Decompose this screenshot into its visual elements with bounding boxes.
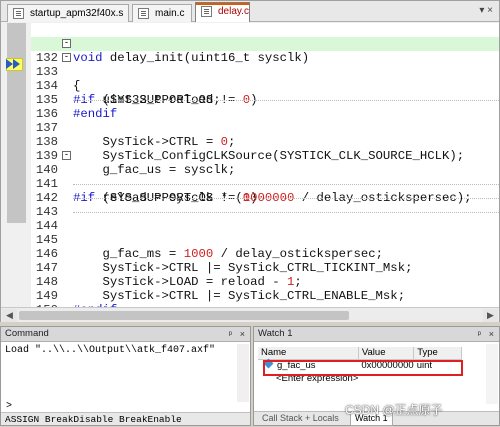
- whitespace-guide: [73, 184, 499, 185]
- coverage-marker: [7, 23, 26, 223]
- code-line: 140 - #if (SYS_SUPPORT_OS != 0): [31, 149, 499, 206]
- code-line: 150 }: [31, 289, 499, 321]
- execution-arrow-icon: [6, 59, 26, 70]
- watermark: CSDN @正点原子: [345, 403, 443, 417]
- code-line: 139 g_fac_us = sysclk;: [31, 135, 499, 177]
- command-input[interactable]: >: [2, 401, 238, 412]
- tab-startup-apm32f40x-s[interactable]: startup_apm32f40x.s: [7, 4, 129, 22]
- column-header-type[interactable]: Type: [413, 347, 462, 360]
- file-icon: [13, 8, 24, 19]
- fold-toggle-icon[interactable]: -: [62, 151, 71, 160]
- code-line: 131 void delay_init(uint16_t sysclk): [31, 23, 499, 65]
- code-line: 143: [31, 191, 499, 219]
- breakpoint-gutter[interactable]: [1, 23, 31, 321]
- scrollbar-thumb[interactable]: [19, 311, 349, 320]
- close-icon[interactable]: ×: [240, 327, 245, 341]
- close-icon[interactable]: ×: [489, 327, 494, 341]
- tab-label: main.c: [155, 8, 185, 19]
- code-line: 146 SysTick->CTRL |= SysTick_CTRL_TICKIN…: [31, 233, 499, 275]
- fold-toggle-icon[interactable]: -: [62, 53, 71, 62]
- code-area[interactable]: 131 void delay_init(uint16_t sysclk) 132…: [31, 23, 499, 321]
- file-icon: [201, 6, 212, 17]
- pin-icon[interactable]: ᵖ: [229, 327, 232, 341]
- tab-delay-c[interactable]: delay.c: [195, 2, 250, 22]
- tab-call-stack-locals[interactable]: Call Stack + Locals: [258, 412, 343, 425]
- code-line: 148 SysTick->CTRL |= SysTick_CTRL_ENABLE…: [31, 261, 499, 303]
- column-header-value[interactable]: Value: [358, 347, 415, 360]
- whitespace-guide: [73, 100, 499, 101]
- whitespace-guide: [73, 198, 499, 199]
- tab-label: startup_apm32f40x.s: [30, 8, 124, 19]
- scroll-right-icon[interactable]: ▶: [483, 309, 498, 322]
- code-line: 135 #endif: [31, 79, 499, 121]
- fold-toggle-icon[interactable]: -: [62, 39, 71, 48]
- editor-horizontal-scrollbar[interactable]: ◀ ▶: [1, 307, 499, 322]
- code-line: 144: [31, 205, 499, 233]
- code-line: 142: [31, 177, 499, 205]
- panel-title: Watch 1: [258, 328, 293, 339]
- tab-list-close-icon[interactable]: ▾ ×: [479, 5, 493, 16]
- command-panel: Command ᵖ × Load "..\\..\\Output\\atk_f4…: [0, 326, 251, 426]
- code-line: 138 SysTick_ConfigCLKSource(SYSTICK_CLK_…: [31, 121, 499, 163]
- watch-panel-header: Watch 1 ᵖ ×: [254, 327, 499, 342]
- column-header-name[interactable]: Name: [258, 347, 359, 360]
- command-panel-header: Command ᵖ ×: [1, 327, 250, 342]
- code-line: 147 SysTick->LOAD = reload - 1;: [31, 247, 499, 289]
- watch-header-row: Name Value Type: [258, 347, 462, 360]
- code-line: 145 g_fac_ms = 1000 / delay_osticksperse…: [31, 219, 499, 261]
- watch-vertical-scrollbar[interactable]: [486, 344, 498, 404]
- code-line: 137 SysTick->CTRL = 0;: [31, 107, 499, 149]
- command-hint-bar: ASSIGN BreakDisable BreakEnable: [1, 412, 250, 425]
- code-line: 134 uint32_t reload;: [31, 65, 499, 107]
- whitespace-guide: [73, 212, 499, 213]
- code-line-current: 132 - {: [31, 37, 499, 93]
- command-output: Load "..\\..\\Output\\atk_f407.axf": [5, 345, 216, 356]
- code-line: 149 #endif: [31, 275, 499, 317]
- code-line: 133 - #if (SYS_SUPPORT_OS != 0): [31, 51, 499, 108]
- panel-title: Command: [5, 328, 49, 339]
- tab-main-c[interactable]: main.c: [132, 4, 192, 22]
- code-editor-window: startup_apm32f40x.s main.c delay.c ▾ × 1…: [0, 0, 500, 322]
- annotation-highlight-box: [263, 360, 463, 376]
- tab-label: delay.c: [218, 6, 249, 17]
- code-line: 136: [31, 93, 499, 121]
- file-icon: [138, 8, 149, 19]
- file-tab-bar: startup_apm32f40x.s main.c delay.c ▾ ×: [1, 1, 499, 22]
- pin-icon[interactable]: ᵖ: [478, 327, 481, 341]
- code-line: 141 reload = sysclk * (1000000 / delay_o…: [31, 163, 499, 205]
- scroll-left-icon[interactable]: ◀: [2, 309, 17, 322]
- command-vertical-scrollbar[interactable]: [237, 344, 249, 402]
